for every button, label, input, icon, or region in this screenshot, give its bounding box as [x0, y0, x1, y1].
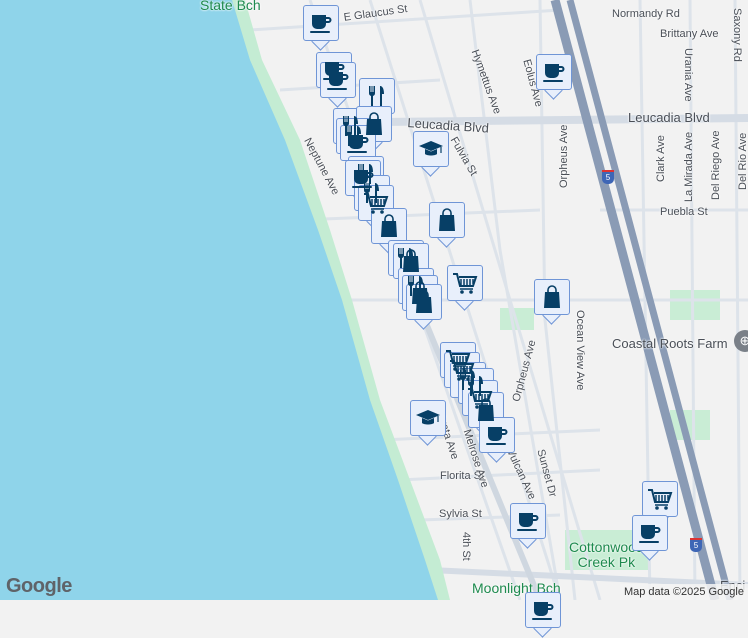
- coffee-cup-icon: [325, 67, 351, 93]
- coffee-marker[interactable]: [303, 5, 339, 51]
- marker-box: [340, 125, 376, 161]
- coffee-cup-icon: [484, 422, 510, 448]
- graduation-cap-icon: [418, 136, 444, 162]
- street-label: Del Rio Ave: [737, 132, 748, 190]
- map-attribution[interactable]: Map data ©2025 Google: [619, 584, 748, 600]
- marker-box: [525, 592, 561, 628]
- shopping-bag-icon: [473, 397, 499, 423]
- coffee-cup-icon: [345, 130, 371, 156]
- shopping-marker[interactable]: [429, 202, 465, 248]
- shopping-bag-icon: [411, 289, 437, 315]
- place-state-beach: State Bch: [200, 0, 261, 13]
- shopping-bag-icon: [434, 207, 460, 233]
- marker-box: [303, 5, 339, 41]
- shopping-bag-icon: [539, 284, 565, 310]
- coffee-marker[interactable]: [632, 515, 668, 561]
- interstate-5-shield: 5: [690, 538, 702, 552]
- coffee-marker[interactable]: [320, 62, 356, 108]
- marker-box: [479, 417, 515, 453]
- marker-box: [429, 202, 465, 238]
- street-label: Del Riego Ave: [710, 130, 722, 200]
- marker-box: [320, 62, 356, 98]
- coffee-cup-icon: [308, 10, 334, 36]
- grocery-marker[interactable]: [447, 265, 483, 311]
- marker-box: [371, 208, 407, 244]
- school-marker[interactable]: [410, 400, 446, 446]
- place-coastal-roots-farm[interactable]: Coastal Roots Farm: [612, 336, 728, 351]
- coffee-marker[interactable]: [510, 503, 546, 549]
- shopping-marker[interactable]: [534, 279, 570, 325]
- google-logo: Google: [6, 575, 72, 597]
- street-label: Sylvia St: [439, 508, 482, 520]
- marker-box: [534, 279, 570, 315]
- coffee-marker[interactable]: [525, 592, 561, 638]
- street-label: Leucadia Blvd: [628, 110, 710, 125]
- fork-knife-icon: [364, 83, 390, 109]
- coffee-cup-icon: [530, 597, 556, 623]
- shopping-bag-icon: [398, 248, 424, 274]
- marker-box: [632, 515, 668, 551]
- street-label: La Mirada Ave: [683, 131, 695, 202]
- street-label: 4th St: [460, 532, 472, 561]
- coffee-cup-icon: [637, 520, 663, 546]
- street-label: Orpheus Ave: [558, 124, 570, 188]
- street-label: Ocean View Ave: [574, 310, 586, 391]
- coffee-cup-icon: [541, 59, 567, 85]
- marker-box: [359, 78, 395, 114]
- shopping-marker[interactable]: [406, 284, 442, 330]
- street-label: Normandy Rd: [612, 8, 680, 20]
- coffee-marker[interactable]: [479, 417, 515, 463]
- shopping-cart-icon: [452, 270, 478, 296]
- marker-box: [406, 284, 442, 320]
- street-label: Saxony Rd: [731, 8, 743, 62]
- graduation-cap-icon: [415, 405, 441, 431]
- marker-box: [536, 54, 572, 90]
- coffee-marker[interactable]: [536, 54, 572, 100]
- coffee-cup-icon: [515, 508, 541, 534]
- marker-box: [410, 400, 446, 436]
- street-label: Clark Ave: [655, 135, 667, 182]
- street-label: Puebla St: [660, 206, 708, 218]
- shopping-cart-icon: [647, 486, 673, 512]
- marker-box: [642, 481, 678, 517]
- marker-box: [510, 503, 546, 539]
- interstate-5-shield: 5: [602, 170, 614, 184]
- street-label: Brittany Ave: [660, 28, 719, 40]
- shopping-bag-icon: [376, 213, 402, 239]
- school-marker[interactable]: [413, 131, 449, 177]
- street-label: Urania Ave: [682, 48, 694, 102]
- marker-box: [413, 131, 449, 167]
- marker-box: [447, 265, 483, 301]
